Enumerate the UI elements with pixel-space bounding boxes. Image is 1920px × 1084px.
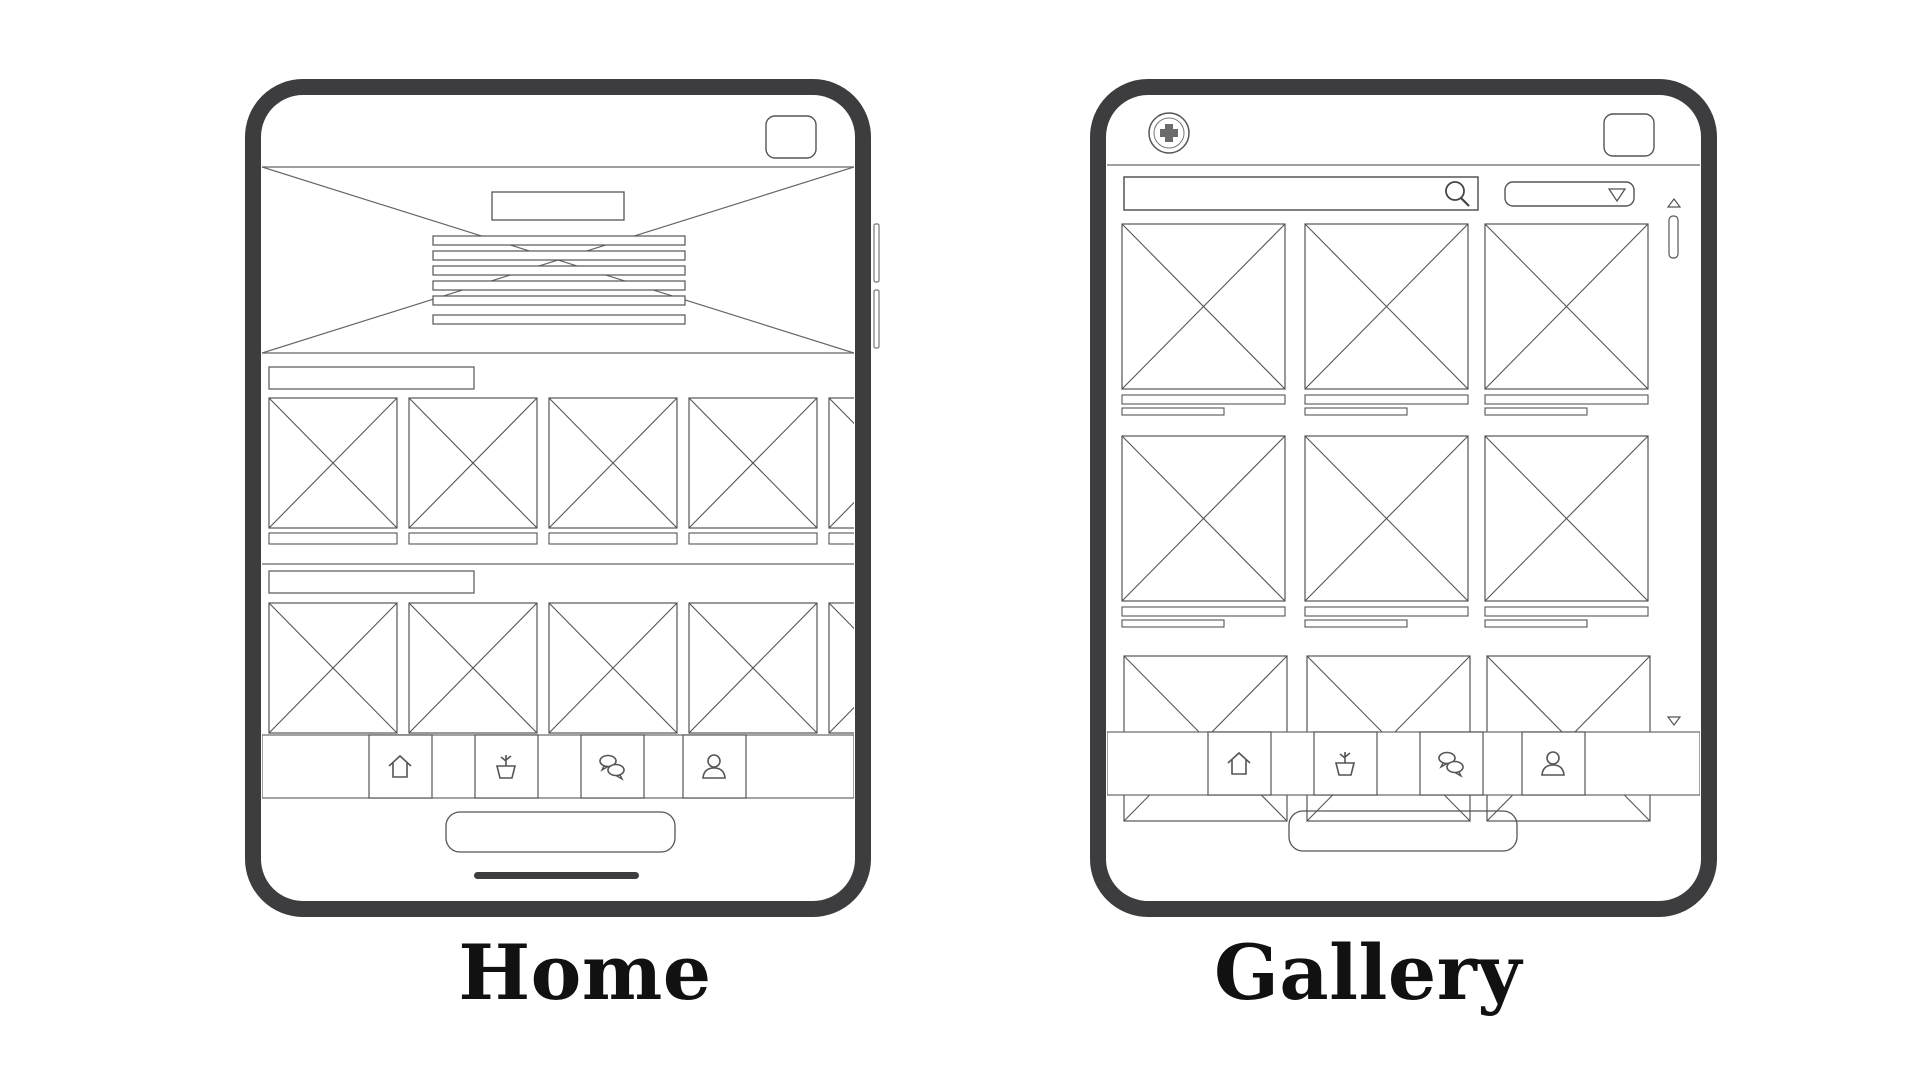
nav-chat-button[interactable] <box>1419 731 1484 796</box>
nav-home-button[interactable] <box>368 734 433 799</box>
search-bar[interactable] <box>1123 176 1479 211</box>
hero-title-placeholder <box>491 191 625 221</box>
nav-plant-button[interactable] <box>1313 731 1378 796</box>
home-device-side-button <box>873 223 880 283</box>
gallery-device <box>1090 79 1717 917</box>
gallery-bottom-nav <box>1107 731 1700 796</box>
home-device <box>245 79 880 917</box>
nav-user-button[interactable] <box>1521 731 1586 796</box>
filter-dropdown[interactable] <box>1504 181 1635 207</box>
nav-chat-button[interactable] <box>580 734 645 799</box>
gallery-screen-caption: Gallery <box>1214 928 1522 1017</box>
text-line-placeholder <box>432 235 686 246</box>
home-device-side-button <box>873 289 880 349</box>
text-line-placeholder <box>432 250 686 261</box>
text-line-placeholder <box>432 295 686 306</box>
home-screen-caption: Home <box>458 928 712 1017</box>
text-line-placeholder <box>432 265 686 276</box>
search-input[interactable] <box>1123 176 1479 211</box>
text-line-placeholder <box>432 314 686 325</box>
home-indicator-bar <box>474 872 639 879</box>
text-line-placeholder <box>432 280 686 291</box>
nav-home-button[interactable] <box>1207 731 1272 796</box>
bottom-nav-bar <box>262 734 854 799</box>
bottom-nav-bar <box>1107 731 1700 796</box>
home-bottom-nav <box>262 734 854 799</box>
wireframe-canvas <box>245 79 1717 917</box>
nav-plant-button[interactable] <box>474 734 539 799</box>
nav-user-button[interactable] <box>682 734 747 799</box>
